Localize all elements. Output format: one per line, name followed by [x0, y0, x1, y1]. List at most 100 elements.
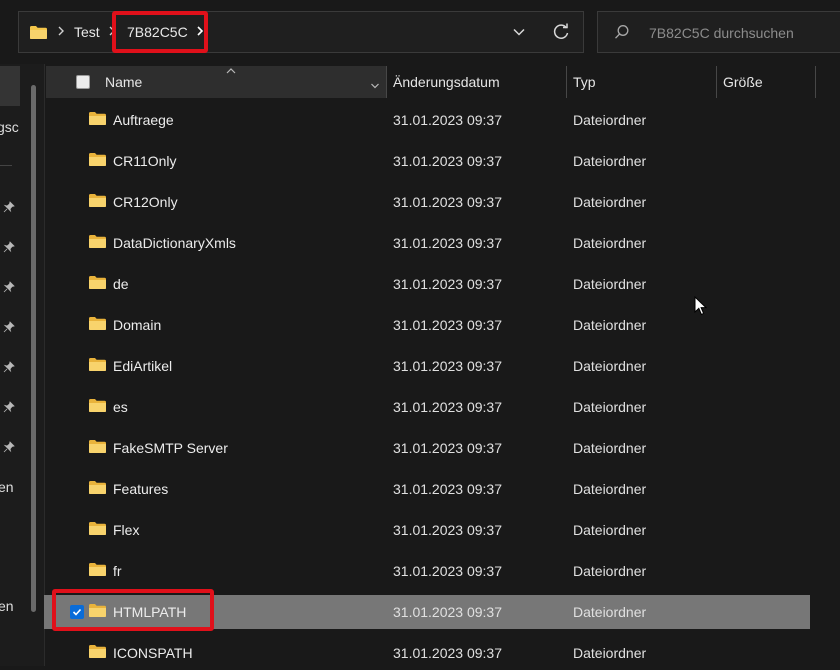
modified-date: 31.01.2023 09:37 [393, 112, 502, 128]
file-row[interactable]: HTMLPATH 31.01.2023 09:37 Dateiordner [44, 589, 810, 631]
nav-item-label[interactable]: gsc [0, 119, 19, 135]
folder-icon [88, 193, 107, 211]
folder-icon [88, 152, 107, 170]
file-row[interactable]: CR12Only 31.01.2023 09:37 Dateiordner [44, 185, 810, 219]
nav-item-selected[interactable] [0, 66, 20, 106]
item-type: Dateiordner [573, 235, 647, 251]
pin-icon[interactable] [3, 400, 15, 416]
modified-date: 31.01.2023 09:37 [393, 604, 502, 620]
chevron-down-icon[interactable] [511, 24, 527, 43]
modified-date: 31.01.2023 09:37 [393, 276, 502, 292]
folder-icon [29, 25, 48, 43]
pin-icon[interactable] [3, 440, 15, 456]
folder-icon [88, 398, 107, 416]
breadcrumb-test[interactable]: Test [74, 24, 100, 40]
column-label-type[interactable]: Typ [573, 74, 596, 90]
folder-name: FakeSMTP Server [113, 440, 228, 456]
folder-icon [88, 234, 107, 252]
chevron-down-icon[interactable] [370, 77, 380, 93]
item-type: Dateiordner [573, 522, 647, 538]
search-placeholder: 7B82C5C durchsuchen [649, 25, 794, 41]
mouse-cursor-icon [694, 295, 708, 319]
folder-name: Flex [113, 522, 140, 538]
file-row[interactable]: CR11Only 31.01.2023 09:37 Dateiordner [44, 144, 810, 178]
column-divider[interactable] [815, 66, 816, 98]
folder-name: DataDictionaryXmls [113, 235, 236, 251]
item-type: Dateiordner [573, 358, 647, 374]
folder-icon [88, 357, 107, 375]
file-row[interactable]: fr 31.01.2023 09:37 Dateiordner [44, 554, 810, 588]
modified-date: 31.01.2023 09:37 [393, 399, 502, 415]
item-type: Dateiordner [573, 440, 647, 456]
modified-date: 31.01.2023 09:37 [393, 522, 502, 538]
column-divider[interactable] [566, 66, 567, 98]
modified-date: 31.01.2023 09:37 [393, 481, 502, 497]
pin-icon[interactable] [3, 320, 15, 336]
column-divider[interactable] [386, 66, 387, 98]
folder-icon [88, 316, 107, 334]
nav-item-label[interactable]: en [0, 479, 14, 495]
item-type: Dateiordner [573, 645, 647, 661]
folder-name: CR11Only [113, 153, 177, 169]
column-label-name: Name [105, 74, 143, 90]
file-row[interactable]: Features 31.01.2023 09:37 Dateiordner [44, 472, 810, 506]
nav-divider [0, 165, 12, 166]
folder-icon [88, 439, 107, 457]
file-row[interactable]: Flex 31.01.2023 09:37 Dateiordner [44, 513, 810, 547]
modified-date: 31.01.2023 09:37 [393, 317, 502, 333]
item-type: Dateiordner [573, 563, 647, 579]
folder-name: EdiArtikel [113, 358, 173, 374]
folder-name: CR12Only [113, 194, 178, 210]
folder-name: Features [113, 481, 169, 497]
folder-name: fr [113, 563, 122, 579]
column-header-name[interactable] [46, 66, 386, 98]
chevron-right-icon [57, 23, 65, 42]
file-list[interactable]: Auftraege 31.01.2023 09:37 Dateiordner CR11… [44, 100, 840, 666]
folder-icon [88, 275, 107, 293]
column-divider[interactable] [716, 66, 717, 98]
item-type: Dateiordner [573, 604, 647, 620]
folder-name: Domain [113, 317, 162, 333]
pin-icon[interactable] [3, 240, 15, 256]
folder-icon [88, 562, 107, 580]
column-label-size[interactable]: Größe [723, 74, 763, 90]
modified-date: 31.01.2023 09:37 [393, 358, 502, 374]
search-icon [614, 24, 630, 43]
folder-icon [88, 480, 107, 498]
modified-date: 31.01.2023 09:37 [393, 645, 502, 661]
refresh-icon[interactable] [551, 22, 571, 45]
nav-scrollbar[interactable] [31, 85, 36, 612]
search-box[interactable]: 7B82C5C durchsuchen [597, 11, 840, 53]
sort-caret-icon [225, 62, 237, 78]
item-type: Dateiordner [573, 399, 647, 415]
folder-name: es [113, 399, 128, 415]
select-all-checkbox[interactable] [76, 75, 90, 89]
annotation-highlight-box [52, 589, 214, 631]
file-row[interactable]: es 31.01.2023 09:37 Dateiordner [44, 390, 810, 424]
nav-item-label[interactable]: en [0, 598, 14, 614]
pin-icon[interactable] [3, 280, 15, 296]
item-type: Dateiordner [573, 317, 647, 333]
item-type: Dateiordner [573, 112, 647, 128]
modified-date: 31.01.2023 09:37 [393, 194, 502, 210]
file-row[interactable]: FakeSMTP Server 31.01.2023 09:37 Dateiordn… [44, 431, 810, 465]
column-label-date[interactable]: Änderungsdatum [393, 74, 500, 90]
pin-icon[interactable] [3, 360, 15, 376]
pin-icon[interactable] [3, 200, 15, 216]
folder-name: Auftraege [113, 112, 174, 128]
file-row[interactable]: EdiArtikel 31.01.2023 09:37 Dateiordner [44, 349, 810, 383]
column-header: Name Änderungsdatum Typ Größe [44, 64, 840, 100]
item-type: Dateiordner [573, 153, 647, 169]
file-row[interactable]: ICONSPATH 31.01.2023 09:37 Dateiordner [44, 636, 810, 670]
folder-name: ICONSPATH [113, 645, 193, 661]
file-row[interactable]: DataDictionaryXmls 31.01.2023 09:37 Dateio… [44, 226, 810, 260]
modified-date: 31.01.2023 09:37 [393, 235, 502, 251]
item-type: Dateiordner [573, 276, 647, 292]
annotation-highlight-box [112, 11, 208, 53]
file-row[interactable]: Auftraege 31.01.2023 09:37 Dateiordner [44, 103, 810, 137]
modified-date: 31.01.2023 09:37 [393, 153, 502, 169]
folder-icon [88, 644, 107, 662]
folder-name: de [113, 276, 129, 292]
address-bar[interactable]: Test 7B82C5C [18, 11, 584, 53]
navigation-pane[interactable]: gsc en en [0, 64, 45, 666]
